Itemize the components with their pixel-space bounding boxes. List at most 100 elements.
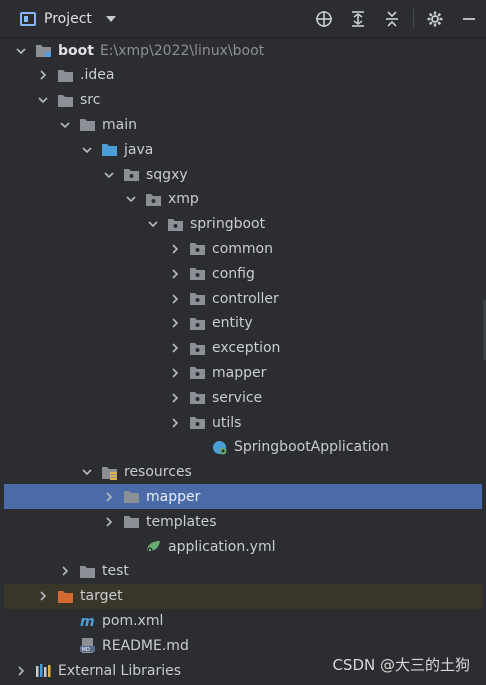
tree-item-label: xmp (168, 191, 199, 208)
tree-item-mapper[interactable]: mapper (4, 484, 482, 510)
package-icon (188, 390, 206, 406)
tree-item-label: controller (212, 290, 279, 307)
chevron-down-icon (105, 16, 116, 22)
project-toolbar: Project (0, 0, 486, 38)
folder-icon (56, 92, 74, 108)
tree-item-label: exception (212, 340, 281, 357)
tree-item-label: .idea (80, 67, 115, 84)
chevron-right-icon[interactable] (102, 515, 116, 529)
tree-item-label: resources (124, 464, 192, 481)
tree-item-xmp[interactable]: xmp (4, 187, 482, 212)
tree-item-controller[interactable]: controller (4, 286, 482, 311)
chevron-right-icon[interactable] (168, 267, 182, 281)
tree-item-label: pom.xml (102, 612, 164, 629)
tree-item-java[interactable]: java (4, 137, 482, 162)
chevron-down-icon[interactable] (124, 192, 138, 206)
chevron-right-icon[interactable] (168, 242, 182, 256)
tree-item-label: README.md (102, 637, 189, 654)
tree-item-label: config (212, 265, 255, 282)
chevron-right-icon[interactable] (58, 564, 72, 578)
yaml-file-icon (144, 539, 162, 555)
chevron-right-icon[interactable] (102, 490, 116, 504)
chevron-down-icon[interactable] (14, 44, 28, 58)
folder-icon (78, 117, 96, 133)
tree-item-label: sqgxy (146, 166, 188, 183)
tree-item-mapper[interactable]: mapper (4, 360, 482, 385)
tree-item-label: entity (212, 315, 253, 332)
expand-all-icon[interactable] (341, 0, 375, 38)
tree-item-springbootapplication[interactable]: SpringbootApplication (4, 435, 482, 460)
tree-item-label: utils (212, 414, 242, 431)
chevron-right-icon[interactable] (168, 391, 182, 405)
project-view-selector[interactable]: Project (20, 8, 116, 30)
chevron-right-icon[interactable] (14, 664, 28, 678)
chevron-right-icon[interactable] (168, 292, 182, 306)
tree-item-label: service (212, 389, 263, 406)
tree-item-utils[interactable]: utils (4, 410, 482, 435)
tree-item-idea[interactable]: .idea (4, 63, 482, 88)
tree-item-src[interactable]: src (4, 88, 482, 113)
tree-item-test[interactable]: test (4, 559, 482, 584)
chevron-right-icon[interactable] (36, 68, 50, 82)
locate-icon[interactable] (307, 0, 341, 38)
package-icon (188, 365, 206, 381)
tree-item-label: SpringbootApplication (234, 439, 389, 456)
tree-item-config[interactable]: config (4, 261, 482, 286)
chevron-right-icon[interactable] (168, 316, 182, 330)
chevron-down-icon[interactable] (102, 168, 116, 182)
tree-item-label: src (80, 92, 101, 109)
chevron-down-icon[interactable] (80, 465, 94, 479)
markdown-file-icon: MD (78, 638, 96, 654)
spring-class-icon (210, 439, 228, 455)
tree-item-target[interactable]: target (4, 583, 482, 609)
chevron-right-icon[interactable] (168, 416, 182, 430)
svg-text:m: m (80, 614, 95, 628)
folder-icon (122, 489, 140, 505)
tree-item-templates[interactable]: templates (4, 509, 482, 534)
tree-item-label: test (102, 563, 129, 580)
project-title: Project (44, 11, 92, 27)
project-window-icon (20, 12, 36, 26)
tree-item-label: mapper (146, 488, 201, 505)
minimize-icon[interactable] (452, 0, 486, 38)
tree-item-pom-xml[interactable]: m pom.xml (4, 608, 482, 633)
collapse-all-icon[interactable] (375, 0, 409, 38)
svg-text:MD: MD (81, 647, 89, 653)
tree-item-common[interactable]: common (4, 236, 482, 261)
tree-item-resources[interactable]: resources (4, 460, 482, 485)
package-icon (188, 266, 206, 282)
chevron-down-icon[interactable] (58, 118, 72, 132)
tree-item-label: main (102, 116, 137, 133)
watermark: CSDN @大三的土狗 (332, 656, 470, 674)
settings-icon[interactable] (418, 0, 452, 38)
tree-item-exception[interactable]: exception (4, 336, 482, 361)
chevron-down-icon[interactable] (36, 93, 50, 107)
chevron-down-icon[interactable] (80, 143, 94, 157)
chevron-right-icon[interactable] (168, 366, 182, 380)
tree-item-label: application.yml (168, 538, 276, 555)
excluded-folder-icon (56, 588, 74, 604)
tree-item-service[interactable]: service (4, 385, 482, 410)
resources-folder-icon (100, 464, 118, 480)
chevron-right-icon[interactable] (168, 341, 182, 355)
maven-file-icon: m (78, 613, 96, 629)
package-icon (188, 241, 206, 257)
package-icon (188, 315, 206, 331)
toolbar-separator (413, 9, 414, 29)
chevron-down-icon[interactable] (146, 217, 160, 231)
tree-item-entity[interactable]: entity (4, 311, 482, 336)
tree-item-springboot[interactable]: springboot (4, 212, 482, 237)
tree-item-label: boot (58, 42, 94, 59)
chevron-right-icon[interactable] (36, 589, 50, 603)
tree-item-sqgxy[interactable]: sqgxy (4, 162, 482, 187)
tree-item-application-yml[interactable]: application.yml (4, 534, 482, 559)
tree-item-boot[interactable]: boot E:\xmp\2022\linux\boot (4, 38, 482, 63)
module-folder-icon (34, 43, 52, 59)
package-icon (188, 340, 206, 356)
package-icon (166, 216, 184, 232)
tree-item-label: target (80, 588, 123, 605)
tree-item-main[interactable]: main (4, 112, 482, 137)
